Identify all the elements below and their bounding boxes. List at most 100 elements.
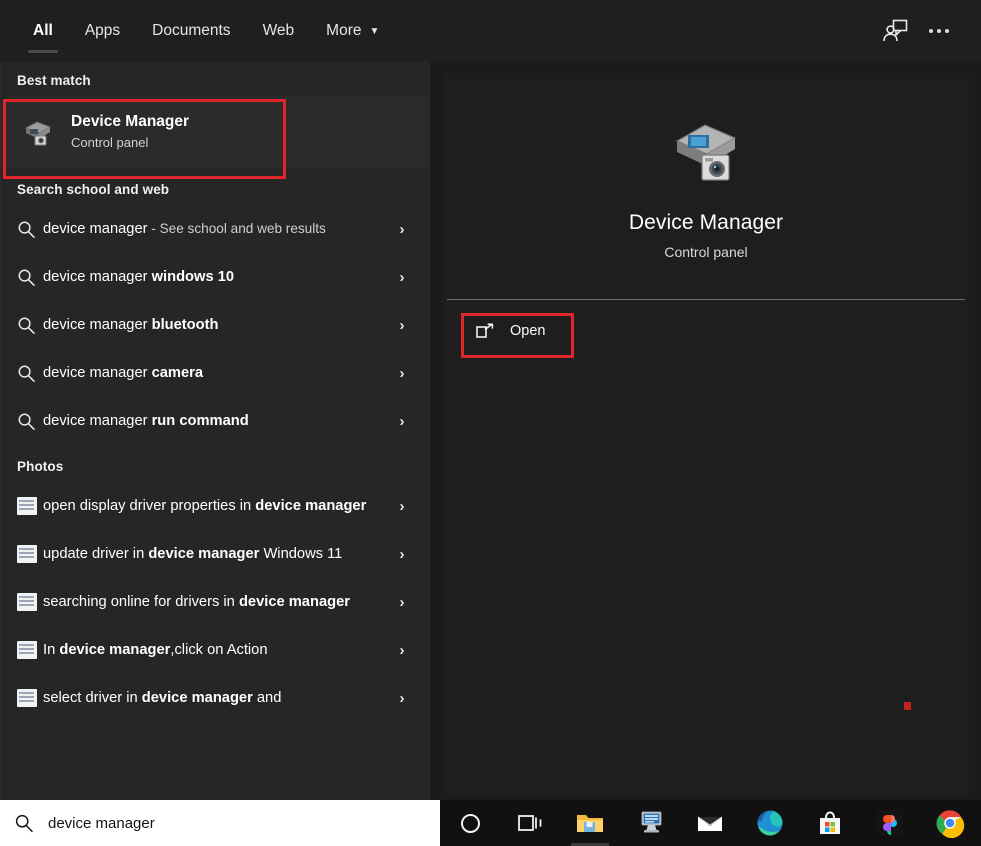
chevron-down-icon: ▼: [369, 26, 380, 37]
photo-thumbnail-icon: [17, 593, 43, 611]
taskbar-item-task-view[interactable]: [500, 800, 560, 846]
web-suggestion-row[interactable]: device manager camera ›: [0, 349, 430, 397]
tab-more-label: More: [326, 22, 362, 39]
cortana-icon: [460, 813, 480, 833]
search-icon: [14, 813, 42, 833]
results-list: Best match Device Manager Control panel …: [0, 62, 430, 800]
search-input[interactable]: [42, 814, 440, 832]
preview-subtitle: Control panel: [664, 244, 748, 260]
chevron-right-icon[interactable]: ›: [391, 365, 413, 382]
tab-documents[interactable]: Documents: [136, 0, 246, 62]
photo-thumbnail-icon: [17, 545, 43, 563]
web-suggestion-row[interactable]: device manager run command ›: [0, 397, 430, 445]
chevron-right-icon[interactable]: ›: [391, 546, 413, 563]
search-icon: [17, 364, 43, 383]
web-suggestion-row[interactable]: device manager - See school and web resu…: [0, 205, 430, 253]
photo-result-label: In device manager,click on Action: [43, 642, 268, 658]
tab-all[interactable]: All: [17, 0, 69, 62]
tab-all-label: All: [33, 22, 53, 39]
taskbar-item-cortana[interactable]: [440, 800, 500, 846]
preview-actions: Open: [443, 300, 969, 350]
photo-result-label: update driver in device manager Windows …: [43, 546, 343, 562]
preview-title: Device Manager: [628, 211, 784, 234]
red-marker-dot: [904, 702, 911, 710]
photo-results-group: open display driver properties in device…: [0, 482, 430, 722]
tab-web[interactable]: Web: [247, 0, 311, 62]
tab-more[interactable]: More ▼: [310, 0, 395, 62]
chevron-right-icon[interactable]: ›: [391, 317, 413, 334]
header-actions: [873, 0, 981, 62]
photo-thumbnail-icon: [17, 641, 43, 659]
chevron-right-icon[interactable]: ›: [391, 498, 413, 515]
search-icon: [17, 316, 43, 335]
chevron-right-icon[interactable]: ›: [391, 221, 413, 238]
search-header: All Apps Documents Web More ▼: [0, 0, 981, 62]
taskbar-item-control-panel[interactable]: [620, 800, 680, 846]
control-panel-icon: [641, 811, 662, 833]
photo-thumbnail: [17, 497, 37, 515]
photo-thumbnail-icon: [17, 497, 43, 515]
search-icon: [17, 268, 43, 287]
chevron-right-icon[interactable]: ›: [391, 269, 413, 286]
best-match-text: Device Manager Control panel: [71, 112, 189, 152]
photo-result-label: select driver in device manager and: [43, 690, 282, 706]
device-manager-icon: [17, 112, 57, 152]
open-button-label: Open: [510, 323, 546, 339]
web-suggestion-row[interactable]: device manager windows 10 ›: [0, 253, 430, 301]
web-suggestion-label: device manager bluetooth: [43, 317, 219, 333]
photo-result-label: searching online for drivers in device m…: [43, 594, 350, 610]
filter-tabs: All Apps Documents Web More ▼: [0, 0, 395, 62]
mail-icon: [697, 816, 723, 831]
feedback-button[interactable]: [873, 9, 917, 53]
tab-web-label: Web: [262, 22, 295, 39]
taskbar-item-mail[interactable]: [680, 800, 740, 846]
web-suggestion-label: device manager windows 10: [43, 269, 235, 285]
best-match-item[interactable]: Device Manager Control panel: [0, 96, 430, 168]
open-button[interactable]: Open: [461, 312, 567, 350]
chevron-right-icon[interactable]: ›: [391, 642, 413, 659]
photo-result-row[interactable]: select driver in device manager and ›: [0, 674, 430, 722]
photo-thumbnail-icon: [17, 689, 43, 707]
photo-thumbnail: [17, 545, 37, 563]
more-options-button[interactable]: [917, 9, 961, 53]
web-suggestion-label: device manager - See school and web resu…: [43, 221, 326, 237]
web-results-header: Search school and web: [17, 182, 170, 197]
taskbar-item-chrome[interactable]: [920, 800, 980, 846]
photo-result-row[interactable]: In device manager,click on Action ›: [0, 626, 430, 674]
preview-header: Device Manager Control panel: [443, 73, 969, 299]
photo-result-row[interactable]: update driver in device manager Windows …: [0, 530, 430, 578]
taskbar-item-file-explorer[interactable]: [560, 800, 620, 846]
photo-result-row[interactable]: searching online for drivers in device m…: [0, 578, 430, 626]
photo-thumbnail: [17, 641, 37, 659]
preview-panel: Device Manager Control panel Open: [443, 73, 969, 795]
ellipsis-icon: [929, 29, 949, 33]
chevron-right-icon[interactable]: ›: [391, 594, 413, 611]
taskbar-item-figma[interactable]: [860, 800, 920, 846]
best-match-title: Device Manager: [71, 113, 190, 130]
taskbar-item-edge[interactable]: [740, 800, 800, 846]
tab-apps-label: Apps: [84, 22, 121, 39]
photos-header: Photos: [17, 459, 64, 474]
figma-icon: [877, 810, 903, 836]
photo-result-row[interactable]: open display driver properties in device…: [0, 482, 430, 530]
photo-result-label: open display driver properties in device…: [43, 498, 367, 514]
edge-icon: [757, 810, 783, 836]
taskbar-item-microsoft-store[interactable]: [800, 800, 860, 846]
device-manager-icon: [661, 111, 751, 189]
microsoft-store-icon: [820, 811, 840, 834]
web-suggestion-label: device manager camera: [43, 365, 204, 381]
file-explorer-icon: [577, 815, 603, 832]
photo-thumbnail: [17, 689, 37, 707]
scroll-edge-strip: [0, 62, 7, 800]
chevron-right-icon[interactable]: ›: [391, 413, 413, 430]
windows-search-overlay: All Apps Documents Web More ▼ Best match…: [0, 0, 981, 846]
web-suggestion-label: device manager run command: [43, 413, 249, 429]
tab-apps[interactable]: Apps: [69, 0, 136, 62]
search-icon: [17, 220, 43, 239]
chevron-right-icon[interactable]: ›: [391, 690, 413, 707]
taskbar-search-box[interactable]: [0, 800, 440, 846]
best-match-header: Best match: [17, 73, 91, 88]
best-match-subtitle: Control panel: [71, 135, 149, 150]
web-suggestion-row[interactable]: device manager bluetooth ›: [0, 301, 430, 349]
search-icon: [17, 412, 43, 431]
